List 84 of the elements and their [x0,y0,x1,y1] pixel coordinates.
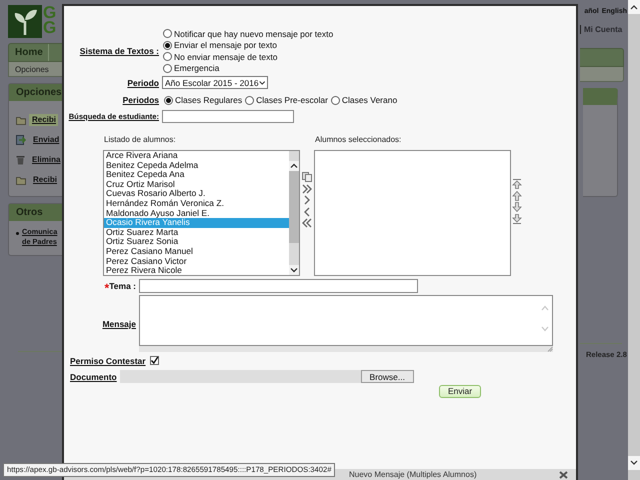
subnav-link[interactable]: Opciones [9,64,49,74]
close-icon[interactable] [559,470,568,478]
selected-list[interactable] [314,150,511,276]
period-select[interactable]: Año Escolar 2015 - 2016 [162,76,268,89]
radio-label: Emergencia [174,63,220,74]
required-mark: * [104,284,110,292]
dialog-title: Nuevo Mensaje (Multiples Alumnos) [349,470,477,479]
field-label: Periodos [122,95,159,105]
radio-label: Enviar el mensaje por texto [174,40,277,50]
subnav-bar [580,67,624,82]
subject-field[interactable] [139,279,418,293]
sidebar-item[interactable]: Recibi [29,114,58,126]
send-button[interactable]: Enviar [439,384,481,398]
resize-grip-icon[interactable] [547,346,553,352]
logo-letter: G [43,20,56,35]
list-item[interactable]: Ortiz Suarez Marta [104,228,289,238]
chevron-right-icon[interactable] [302,195,312,205]
list-item[interactable]: Perez Casiano Victor [104,256,289,266]
field-label: Tema : [109,281,136,291]
radio-button[interactable] [163,52,172,62]
sidebar-item[interactable]: Elimina [30,154,62,166]
bullet-icon [16,232,19,235]
arrow-down-icon[interactable] [512,202,522,212]
field-label: Permiso Contestar [70,356,146,366]
list-item[interactable]: Ortiz Suarez Sonia [104,237,289,247]
list-item[interactable]: Benitez Cepeda Adelma [104,160,289,170]
double-chevron-right-icon[interactable] [302,184,312,194]
radio-label: Notificar que hay nuevo mensaje por texto [174,28,334,39]
scrollbar[interactable] [289,151,299,275]
trash-icon [16,155,25,165]
radio-button[interactable] [163,29,172,38]
scrollbar[interactable] [628,0,640,480]
list-item[interactable]: Perez Casiano Manuel [104,246,289,257]
list-label: Listado de alumnos: [104,134,177,144]
field-label: Periodo [127,78,159,88]
list-item[interactable]: Hernández Román Veronica Z. [104,198,289,209]
radio-label: Clases Regulares [175,95,242,105]
arrow-to-top-icon[interactable] [512,179,522,189]
arrow-up-icon[interactable] [512,190,522,200]
message-field[interactable] [139,295,553,352]
field-label: Sistema de Textos : [80,46,159,56]
list-item[interactable]: Cruz Ortiz Marisol [104,180,289,190]
list-item[interactable]: Perez Rivera Nicole [104,266,289,275]
sidebar-item[interactable]: Enviad [31,134,62,146]
list-label: Alumnos seleccionados: [315,134,402,144]
folder-icon [16,176,26,184]
list-item[interactable]: Maldonado Ayuso Janiel E. [104,208,289,218]
field-label: Mensaje [102,318,136,328]
radio-button[interactable] [164,96,173,104]
check-icon [150,356,159,365]
radio-button[interactable] [163,64,172,73]
list-item[interactable]: Benitez Cepeda Ana [104,170,289,180]
nav-bar [580,48,624,67]
panel-title: Opciones [9,84,62,101]
radio-label: Clases Verano [342,95,398,105]
chevron-left-icon[interactable] [302,206,312,216]
logo-letter: G [43,5,56,20]
panel-title: Otros [9,204,62,221]
checkbox[interactable] [150,356,159,365]
arrow-to-bottom-icon[interactable] [512,214,522,224]
list-item[interactable]: Cuevas Rosario Alberto J. [104,189,289,199]
radio-button[interactable] [330,96,340,104]
radio-label: No enviar mensaje de texto [174,52,278,62]
scroll-down-icon[interactable] [289,265,299,275]
list-item[interactable]: Arce Rivera Ariana [104,151,289,161]
copy-icon[interactable] [302,172,312,182]
double-chevron-left-icon[interactable] [302,218,312,228]
folder-icon [16,116,26,124]
student-list[interactable] [103,150,300,276]
export-icon [16,135,26,145]
radio-label: Clases Pre-escolar [256,95,328,105]
sidebar-item[interactable]: Recibi [31,174,60,186]
scroll-up-icon[interactable] [628,0,640,14]
scroll-down-icon[interactable] [628,456,640,470]
scroll-thumb[interactable] [289,171,299,243]
radio-button[interactable] [245,96,254,104]
radio-button[interactable] [163,40,172,50]
scroll-up-icon[interactable] [289,161,299,171]
browse-button[interactable]: Browse... [360,370,414,383]
field-label: Documento [70,372,117,382]
caret-icon [258,80,265,86]
file-field[interactable] [120,370,361,383]
logo-icon [8,5,42,38]
search-field[interactable] [162,110,294,123]
